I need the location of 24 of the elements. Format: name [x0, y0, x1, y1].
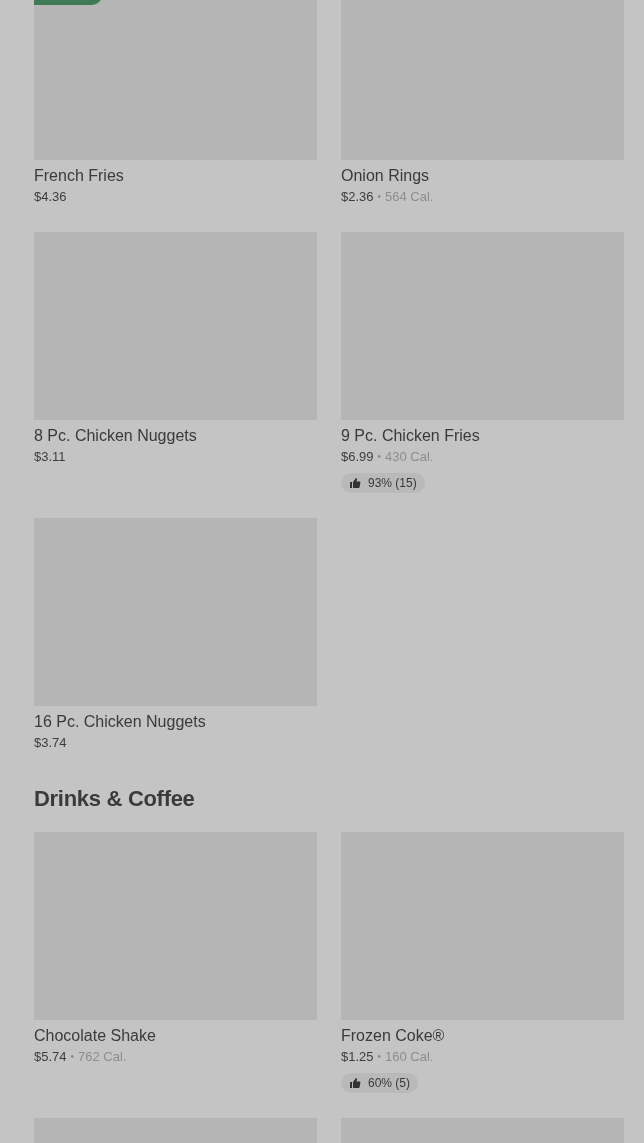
item-price: $6.99	[341, 448, 374, 466]
item-price: $1.25	[341, 1048, 374, 1066]
separator-dot: •	[70, 1050, 75, 1064]
item-price: $2.36	[341, 188, 374, 206]
thumbs-up-icon	[349, 1077, 361, 1089]
item-price: $3.74	[34, 734, 67, 752]
section-heading: Drinks & Coffee	[34, 786, 196, 812]
item-price: $5.74	[34, 1048, 67, 1066]
item-name: Onion Rings	[341, 166, 431, 186]
item-name: Chocolate Shake	[34, 1026, 157, 1046]
item-price: $4.36	[34, 188, 67, 206]
item-name: 16 Pc. Chicken Nuggets	[34, 712, 207, 732]
separator-dot: •	[377, 1050, 382, 1064]
rating-text: 93% (15)	[368, 476, 417, 490]
separator-dot: •	[377, 450, 382, 464]
item-name: French Fries	[34, 166, 125, 186]
separator-dot: •	[377, 190, 382, 204]
thumbs-up-icon	[349, 477, 361, 489]
item-name: Frozen Coke®	[341, 1026, 446, 1046]
image-placeholder[interactable]	[34, 0, 317, 160]
item-name: 9 Pc. Chicken Fries	[341, 426, 481, 446]
rating-text: 60% (5)	[368, 1076, 411, 1090]
item-name: 8 Pc. Chicken Nuggets	[34, 426, 198, 446]
item-price: $3.11	[34, 448, 66, 466]
